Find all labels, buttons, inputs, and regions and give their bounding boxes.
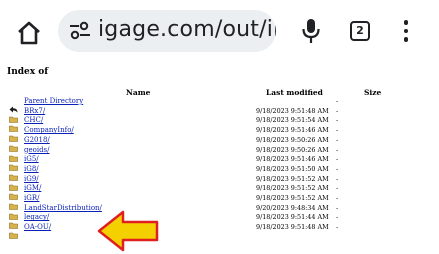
file-size: - bbox=[336, 126, 339, 135]
directory-link[interactable]: OA-OU/ bbox=[24, 223, 51, 231]
table-row: OA-OU/9/18/2023 9:51:48 AM - bbox=[0, 223, 439, 239]
file-size: - bbox=[336, 164, 339, 173]
directory-link[interactable]: iG8/ bbox=[24, 165, 39, 173]
table-row: iG8/9/18/2023 9:51:50 AM - bbox=[0, 164, 439, 181]
last-modified: 9/18/2023 9:51:48 AM bbox=[256, 223, 329, 232]
file-size: - bbox=[336, 223, 339, 232]
last-modified: 9/18/2023 9:51:52 AM bbox=[256, 174, 329, 183]
last-modified: 9/18/2023 9:51:52 AM bbox=[256, 194, 329, 202]
last-modified: 9/18/2023 9:51:46 AM bbox=[256, 126, 329, 135]
column-header-name[interactable]: Name bbox=[126, 88, 150, 97]
file-size: - bbox=[336, 145, 339, 154]
file-size: - bbox=[336, 174, 339, 183]
more-vert-icon[interactable] bbox=[402, 20, 410, 44]
table-row: iG9/9/18/2023 9:51:52 AM - bbox=[0, 174, 439, 191]
browser-toolbar: igage.com/out/ii 2 bbox=[0, 0, 439, 64]
last-modified: 9/20/2023 9:48:34 AM bbox=[256, 203, 329, 212]
last-modified: 9/18/2023 9:51:46 AM bbox=[256, 155, 329, 164]
column-header-last-modified[interactable]: Last modified bbox=[266, 88, 323, 97]
column-header-size[interactable]: Size bbox=[364, 88, 381, 97]
last-modified: 9/18/2023 9:50:26 AM bbox=[256, 135, 329, 144]
folder-icon[interactable] bbox=[9, 205, 18, 220]
table-row: BRx7/9/18/2023 9:51:48 AM - bbox=[0, 106, 439, 123]
microphone-icon[interactable] bbox=[300, 17, 322, 45]
address-bar[interactable]: igage.com/out/ii bbox=[58, 10, 276, 52]
file-size: - bbox=[336, 155, 339, 164]
table-row: iGR/9/18/2023 9:51:52 AM - bbox=[0, 194, 439, 210]
home-icon[interactable] bbox=[16, 20, 42, 46]
table-row: iGM/9/18/2023 9:51:52 AM - bbox=[0, 184, 439, 201]
table-row: LandStarDistribution/9/20/2023 9:48:34 A… bbox=[0, 203, 439, 220]
tabs-icon[interactable]: 2 bbox=[350, 21, 370, 41]
folder-icon[interactable] bbox=[9, 195, 18, 210]
table-row: CHC/9/18/2023 9:51:54 AM - bbox=[0, 116, 439, 133]
folder-icon[interactable] bbox=[9, 147, 18, 162]
last-modified: 9/18/2023 9:51:50 AM bbox=[256, 164, 329, 173]
directory-link[interactable]: BRx7/ bbox=[24, 107, 45, 115]
table-row: G2018/9/18/2023 9:50:26 AM - bbox=[0, 135, 439, 152]
directory-link[interactable]: iG9/ bbox=[24, 175, 39, 183]
back-icon[interactable] bbox=[9, 98, 18, 113]
directory-link[interactable]: CHC/ bbox=[24, 116, 43, 124]
site-settings-icon[interactable] bbox=[68, 21, 92, 41]
directory-link[interactable]: G2018/ bbox=[24, 136, 50, 144]
folder-icon[interactable] bbox=[9, 156, 18, 171]
table-row: CompanyInfo/9/18/2023 9:51:46 AM - bbox=[0, 126, 439, 142]
folder-icon[interactable] bbox=[9, 214, 18, 230]
file-size: - bbox=[336, 106, 339, 115]
directory-link[interactable]: iGR/ bbox=[24, 194, 39, 202]
table-row: legacy/9/18/2023 9:51:44 AM - bbox=[0, 213, 439, 230]
folder-icon[interactable] bbox=[9, 137, 18, 152]
last-modified: 9/18/2023 9:51:52 AM bbox=[256, 184, 329, 193]
directory-link[interactable]: CompanyInfo/ bbox=[24, 126, 74, 134]
folder-icon[interactable] bbox=[9, 166, 18, 181]
folder-icon[interactable] bbox=[9, 224, 18, 239]
table-row: iG5/9/18/2023 9:51:46 AM - bbox=[0, 155, 439, 171]
file-size: - bbox=[336, 213, 339, 222]
folder-icon[interactable] bbox=[9, 108, 18, 123]
directory-link[interactable]: geoids/ bbox=[24, 146, 50, 154]
page-title: Index of bbox=[7, 67, 49, 77]
file-size: - bbox=[336, 97, 339, 105]
directory-link[interactable]: iG5/ bbox=[24, 155, 39, 163]
table-row: Parent Directory - bbox=[0, 97, 439, 113]
file-size: - bbox=[336, 194, 339, 202]
folder-icon[interactable] bbox=[9, 176, 18, 191]
file-size: - bbox=[336, 203, 339, 212]
last-modified: 9/18/2023 9:50:26 AM bbox=[256, 145, 329, 154]
folder-icon[interactable] bbox=[9, 185, 18, 201]
folder-icon[interactable] bbox=[9, 127, 18, 142]
highlight-arrow-icon bbox=[97, 210, 159, 252]
file-size: - bbox=[336, 135, 339, 144]
last-modified: 9/18/2023 9:51:54 AM bbox=[256, 116, 329, 125]
table-row: geoids/9/18/2023 9:50:26 AM - bbox=[0, 145, 439, 162]
last-modified: 9/18/2023 9:51:48 AM bbox=[256, 106, 329, 115]
file-size: - bbox=[336, 116, 339, 125]
directory-link[interactable]: legacy/ bbox=[24, 213, 49, 221]
url-text[interactable]: igage.com/out/ii bbox=[98, 17, 276, 42]
directory-link[interactable]: LandStarDistribution/ bbox=[24, 204, 102, 212]
folder-icon[interactable] bbox=[9, 117, 18, 133]
file-size: - bbox=[336, 184, 339, 193]
last-modified: 9/18/2023 9:51:44 AM bbox=[256, 213, 329, 222]
directory-link[interactable]: iGM/ bbox=[24, 184, 41, 192]
directory-link[interactable]: Parent Directory bbox=[24, 97, 83, 105]
